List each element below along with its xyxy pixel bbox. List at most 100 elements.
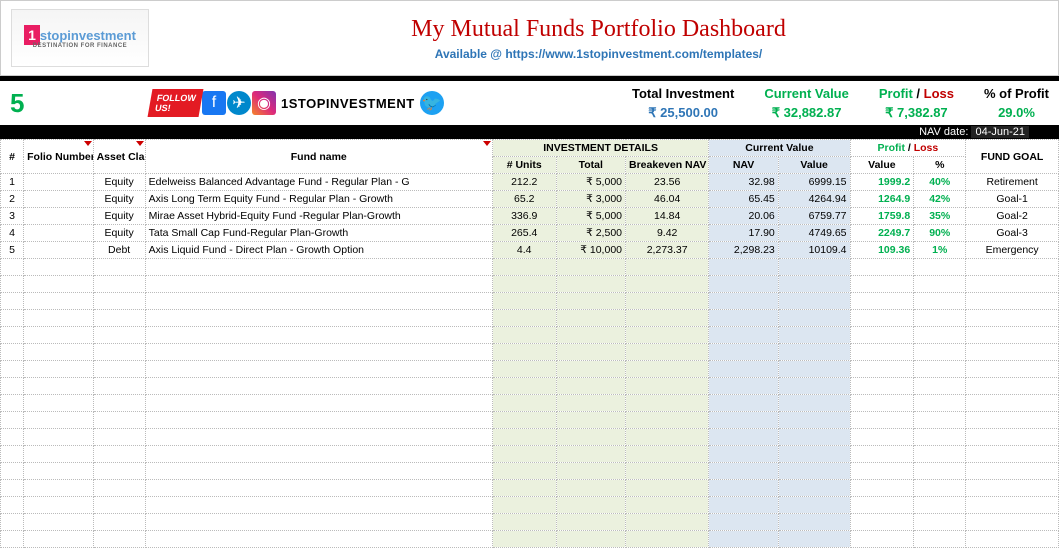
empty-row[interactable] bbox=[1, 293, 1059, 310]
empty-row[interactable] bbox=[1, 259, 1059, 276]
empty-row[interactable] bbox=[1, 412, 1059, 429]
cell-folio[interactable] bbox=[24, 208, 93, 225]
empty-row[interactable] bbox=[1, 463, 1059, 480]
cell-bnav[interactable]: 14.84 bbox=[626, 208, 709, 225]
col-asset-header[interactable]: Asset Class bbox=[93, 140, 145, 174]
cell-units[interactable]: 65.2 bbox=[492, 191, 556, 208]
cell-plp[interactable]: 42% bbox=[914, 191, 966, 208]
empty-row[interactable] bbox=[1, 378, 1059, 395]
cell-value[interactable]: 4749.65 bbox=[778, 225, 850, 242]
col-plp-header[interactable]: % bbox=[914, 157, 966, 174]
cell-value[interactable]: 6759.77 bbox=[778, 208, 850, 225]
cell-units[interactable]: 336.9 bbox=[492, 208, 556, 225]
col-goal-header[interactable]: FUND GOAL bbox=[966, 140, 1059, 174]
col-total-header[interactable]: Total bbox=[556, 157, 625, 174]
cell-value[interactable]: 6999.15 bbox=[778, 174, 850, 191]
instagram-icon[interactable]: ◉ bbox=[252, 91, 276, 115]
cell-units[interactable]: 265.4 bbox=[492, 225, 556, 242]
cell-value[interactable]: 10109.4 bbox=[778, 242, 850, 259]
cell-fund[interactable]: Tata Small Cap Fund-Regular Plan-Growth bbox=[145, 225, 492, 242]
filter-arrow-icon[interactable] bbox=[483, 141, 491, 146]
cell-goal[interactable]: Goal-3 bbox=[966, 225, 1059, 242]
empty-row[interactable] bbox=[1, 327, 1059, 344]
cell-nav[interactable]: 17.90 bbox=[709, 225, 778, 242]
cell-asset[interactable]: Equity bbox=[93, 208, 145, 225]
cell-goal[interactable]: Goal-1 bbox=[966, 191, 1059, 208]
cell-fund[interactable]: Axis Liquid Fund - Direct Plan - Growth … bbox=[145, 242, 492, 259]
col-row-header[interactable]: # bbox=[1, 140, 24, 174]
follow-us-icon[interactable]: FOLLOWUS! bbox=[148, 89, 204, 117]
table-row[interactable]: 5 DebtAxis Liquid Fund - Direct Plan - Gr… bbox=[1, 242, 1059, 259]
twitter-icon[interactable]: 🐦 bbox=[420, 91, 444, 115]
cell-goal[interactable]: Goal-2 bbox=[966, 208, 1059, 225]
cell-total[interactable]: ₹ 5,000 bbox=[556, 174, 625, 191]
cell-fund[interactable]: Mirae Asset Hybrid-Equity Fund -Regular … bbox=[145, 208, 492, 225]
empty-row[interactable] bbox=[1, 446, 1059, 463]
cell-plp[interactable]: 90% bbox=[914, 225, 966, 242]
empty-row[interactable] bbox=[1, 310, 1059, 327]
col-units-header[interactable]: # Units bbox=[492, 157, 556, 174]
cell-goal[interactable]: Retirement bbox=[966, 174, 1059, 191]
empty-row[interactable] bbox=[1, 531, 1059, 548]
facebook-icon[interactable]: f bbox=[202, 91, 226, 115]
cell-plv[interactable]: 1999.2 bbox=[850, 174, 914, 191]
cell-folio[interactable] bbox=[24, 174, 93, 191]
cell-plv[interactable]: 1759.8 bbox=[850, 208, 914, 225]
cell-total[interactable]: ₹ 3,000 bbox=[556, 191, 625, 208]
empty-row[interactable] bbox=[1, 497, 1059, 514]
cell-rownum[interactable]: 1 bbox=[1, 174, 24, 191]
cell-bnav[interactable]: 2,273.37 bbox=[626, 242, 709, 259]
empty-row[interactable] bbox=[1, 361, 1059, 378]
cell-nav[interactable]: 20.06 bbox=[709, 208, 778, 225]
cell-fund[interactable]: Axis Long Term Equity Fund - Regular Pla… bbox=[145, 191, 492, 208]
col-nav-header[interactable]: NAV bbox=[709, 157, 778, 174]
table-row[interactable]: 1 EquityEdelweiss Balanced Advantage Fund… bbox=[1, 174, 1059, 191]
cell-value[interactable]: 4264.94 bbox=[778, 191, 850, 208]
cell-total[interactable]: ₹ 10,000 bbox=[556, 242, 625, 259]
col-fund-header[interactable]: Fund name bbox=[145, 140, 492, 174]
cell-goal[interactable]: Emergency bbox=[966, 242, 1059, 259]
col-folio-header[interactable]: Folio Number bbox=[24, 140, 93, 174]
cell-folio[interactable] bbox=[24, 242, 93, 259]
cell-rownum[interactable]: 2 bbox=[1, 191, 24, 208]
table-row[interactable]: 3 EquityMirae Asset Hybrid-Equity Fund -R… bbox=[1, 208, 1059, 225]
empty-row[interactable] bbox=[1, 276, 1059, 293]
cell-plv[interactable]: 2249.7 bbox=[850, 225, 914, 242]
cell-asset[interactable]: Equity bbox=[93, 174, 145, 191]
cell-bnav[interactable]: 9.42 bbox=[626, 225, 709, 242]
empty-row[interactable] bbox=[1, 514, 1059, 531]
filter-arrow-icon[interactable] bbox=[84, 141, 92, 146]
table-row[interactable]: 4 EquityTata Small Cap Fund-Regular Plan-… bbox=[1, 225, 1059, 242]
cell-plp[interactable]: 40% bbox=[914, 174, 966, 191]
cell-asset[interactable]: Equity bbox=[93, 191, 145, 208]
cell-asset[interactable]: Debt bbox=[93, 242, 145, 259]
cell-nav[interactable]: 32.98 bbox=[709, 174, 778, 191]
cell-rownum[interactable]: 5 bbox=[1, 242, 24, 259]
cell-folio[interactable] bbox=[24, 191, 93, 208]
col-plv-header[interactable]: Value bbox=[850, 157, 914, 174]
empty-row[interactable] bbox=[1, 344, 1059, 361]
col-bnav-header[interactable]: Breakeven NAV bbox=[626, 157, 709, 174]
table-row[interactable]: 2 EquityAxis Long Term Equity Fund - Regu… bbox=[1, 191, 1059, 208]
cell-units[interactable]: 4.4 bbox=[492, 242, 556, 259]
cell-total[interactable]: ₹ 5,000 bbox=[556, 208, 625, 225]
cell-nav[interactable]: 2,298.23 bbox=[709, 242, 778, 259]
cell-plv[interactable]: 109.36 bbox=[850, 242, 914, 259]
cell-rownum[interactable]: 3 bbox=[1, 208, 24, 225]
cell-total[interactable]: ₹ 2,500 bbox=[556, 225, 625, 242]
cell-folio[interactable] bbox=[24, 225, 93, 242]
cell-bnav[interactable]: 23.56 bbox=[626, 174, 709, 191]
cell-plp[interactable]: 35% bbox=[914, 208, 966, 225]
cell-plv[interactable]: 1264.9 bbox=[850, 191, 914, 208]
cell-fund[interactable]: Edelweiss Balanced Advantage Fund - Regu… bbox=[145, 174, 492, 191]
cell-units[interactable]: 212.2 bbox=[492, 174, 556, 191]
cell-rownum[interactable]: 4 bbox=[1, 225, 24, 242]
cell-nav[interactable]: 65.45 bbox=[709, 191, 778, 208]
cell-plp[interactable]: 1% bbox=[914, 242, 966, 259]
cell-bnav[interactable]: 46.04 bbox=[626, 191, 709, 208]
filter-arrow-icon[interactable] bbox=[136, 141, 144, 146]
cell-asset[interactable]: Equity bbox=[93, 225, 145, 242]
empty-row[interactable] bbox=[1, 429, 1059, 446]
col-value-header[interactable]: Value bbox=[778, 157, 850, 174]
telegram-icon[interactable]: ✈ bbox=[227, 91, 251, 115]
